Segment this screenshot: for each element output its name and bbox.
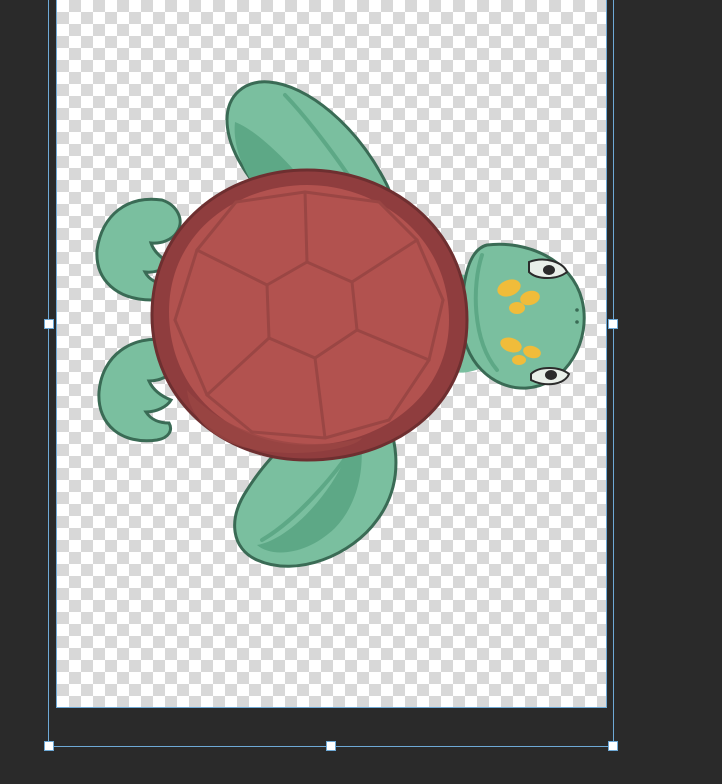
artwork-turtle[interactable]	[57, 0, 606, 707]
transform-handle-bottom-middle[interactable]	[326, 741, 336, 751]
transform-handle-middle-left[interactable]	[44, 319, 54, 329]
transform-handle-bottom-left[interactable]	[44, 741, 54, 751]
turtle-head	[462, 244, 584, 388]
transform-handle-bottom-right[interactable]	[608, 741, 618, 751]
editor-workspace	[0, 0, 722, 784]
eye-right	[531, 368, 569, 384]
transform-handle-middle-right[interactable]	[608, 319, 618, 329]
canvas-area[interactable]	[57, 0, 606, 707]
eye-left	[529, 260, 567, 278]
shell-top	[169, 185, 449, 445]
